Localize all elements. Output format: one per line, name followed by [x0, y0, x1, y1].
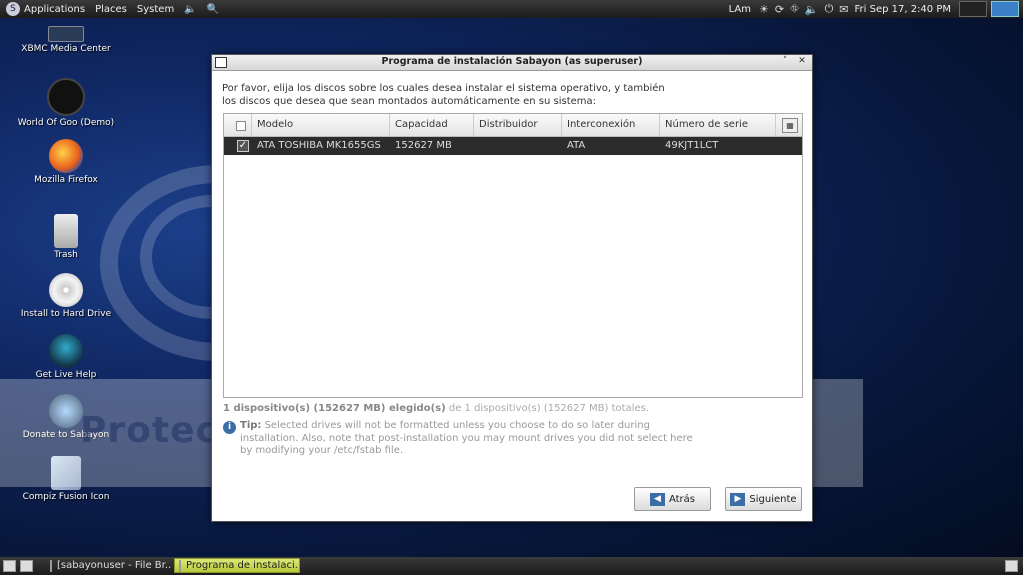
- close-icon[interactable]: ✕: [795, 56, 809, 67]
- show-desktop-button[interactable]: [3, 558, 17, 573]
- cell-model: ATA TOSHIBA MK1655GS: [257, 140, 381, 151]
- menu-places[interactable]: Places: [95, 4, 127, 15]
- arrow-right-icon: ▶: [730, 492, 746, 506]
- volume-tray-icon[interactable]: 🔈: [805, 3, 819, 16]
- firefox-launcher-icon[interactable]: [959, 1, 987, 17]
- desktop-icon-firefox[interactable]: Mozilla Firefox: [16, 139, 116, 185]
- cell-interconnect: ATA: [567, 140, 586, 151]
- next-button-label: Siguiente: [749, 493, 797, 505]
- sabayon-logo-icon[interactable]: S: [6, 2, 20, 16]
- taskbar-file-browser[interactable]: [sabayonuser - File Br...: [46, 558, 172, 573]
- update-icon[interactable]: ⟳: [775, 3, 784, 16]
- column-modelo[interactable]: Modelo: [252, 114, 390, 136]
- trash-small-icon: [1005, 559, 1018, 572]
- taskbar-installer[interactable]: Programa de instalaci...: [174, 558, 300, 573]
- back-button-label: Atrás: [668, 493, 696, 505]
- row-checkbox[interactable]: ✓: [237, 140, 249, 152]
- tip-label: Tip:: [240, 420, 262, 431]
- tip-text: Tip: Selected drives will not be formatt…: [240, 420, 700, 458]
- installer-window-icon: [179, 559, 181, 572]
- column-distribuidor[interactable]: Distribuidor: [474, 114, 562, 136]
- trash-applet[interactable]: [1005, 558, 1019, 573]
- tip-body: Selected drives will not be formatted un…: [240, 420, 693, 456]
- help-icon: [49, 334, 83, 368]
- xbmc-icon: [48, 26, 84, 42]
- search-icon[interactable]: 🔍: [207, 4, 219, 15]
- desktop-icon-trash[interactable]: Trash: [16, 214, 116, 260]
- cell-capacity: 152627 MB: [395, 140, 452, 151]
- menu-applications[interactable]: Applications: [24, 4, 85, 15]
- power-icon[interactable]: ⏻: [825, 2, 834, 16]
- keyboard-layout[interactable]: LAm: [729, 4, 751, 15]
- network-icon[interactable]: ⛗: [790, 2, 799, 16]
- column-capacidad[interactable]: Capacidad: [390, 114, 474, 136]
- desktop-icon-install[interactable]: Install to Hard Drive: [16, 273, 116, 319]
- dialog-title: Programa de instalación Sabayon (as supe…: [381, 56, 643, 67]
- installer-dialog: Programa de instalación Sabayon (as supe…: [211, 54, 813, 522]
- arrow-left-icon: ◀: [649, 492, 665, 506]
- goo-icon: [47, 78, 85, 116]
- clock[interactable]: Fri Sep 17, 2:40 PM: [855, 4, 952, 15]
- table-header: Modelo Capacidad Distribuidor Interconex…: [224, 114, 802, 137]
- desktop-icon-xbmc[interactable]: XBMC Media Center: [16, 26, 116, 54]
- computer-icon: [20, 559, 33, 572]
- weather-icon[interactable]: ☀: [759, 3, 769, 16]
- column-chooser-icon[interactable]: ▦: [782, 118, 798, 133]
- cell-serial: 49KJT1LCT: [665, 140, 719, 151]
- column-interconexion[interactable]: Interconexión: [562, 114, 660, 136]
- terminal-launcher[interactable]: [20, 558, 38, 573]
- bottom-panel: [sabayonuser - File Br... Programa de in…: [0, 557, 1023, 575]
- message-icon[interactable]: ✉: [839, 3, 848, 16]
- select-all-checkbox[interactable]: [236, 121, 246, 131]
- volume-icon[interactable]: 🔈: [184, 4, 196, 15]
- next-button[interactable]: ▶ Siguiente: [725, 487, 802, 511]
- dialog-titlebar[interactable]: Programa de instalación Sabayon (as supe…: [212, 55, 812, 71]
- back-button[interactable]: ◀ Atrás: [634, 487, 711, 511]
- selection-summary: 1 dispositivo(s) (152627 MB) elegido(s) …: [223, 403, 649, 414]
- info-icon: i: [223, 421, 236, 434]
- desktop-icon-world-of-goo[interactable]: World Of Goo (Demo): [16, 78, 116, 128]
- cell-vendor: [474, 137, 562, 155]
- summary-total: de 1 dispositivo(s) (152627 MB) totales.: [445, 403, 650, 414]
- dialog-intro-text: Por favor, elija los discos sobre los cu…: [222, 83, 665, 107]
- firefox-icon: [49, 139, 83, 173]
- column-numero-serie[interactable]: Número de serie: [660, 114, 776, 136]
- minimize-icon[interactable]: ˅: [778, 56, 792, 67]
- select-all-column[interactable]: [224, 114, 252, 136]
- task-label: [sabayonuser - File Br...: [57, 560, 172, 571]
- disk-table: Modelo Capacidad Distribuidor Interconex…: [223, 113, 803, 398]
- desktop-icon-help[interactable]: Get Live Help: [16, 334, 116, 380]
- menu-system[interactable]: System: [137, 4, 174, 15]
- file-browser-icon: [50, 559, 52, 572]
- disc-icon: [49, 273, 83, 307]
- show-desktop-icon: [3, 559, 16, 572]
- summary-selected: 1 dispositivo(s) (152627 MB) elegido(s): [223, 403, 446, 414]
- table-row[interactable]: ✓ ATA TOSHIBA MK1655GS 152627 MB ATA 49K…: [224, 137, 802, 155]
- show-desktop-icon[interactable]: [991, 1, 1019, 17]
- top-panel: S Applications Places System 🔈 🔍 LAm ☀ ⟳…: [0, 0, 1023, 18]
- task-label-active: Programa de instalaci...: [186, 560, 300, 571]
- trash-icon: [54, 214, 78, 248]
